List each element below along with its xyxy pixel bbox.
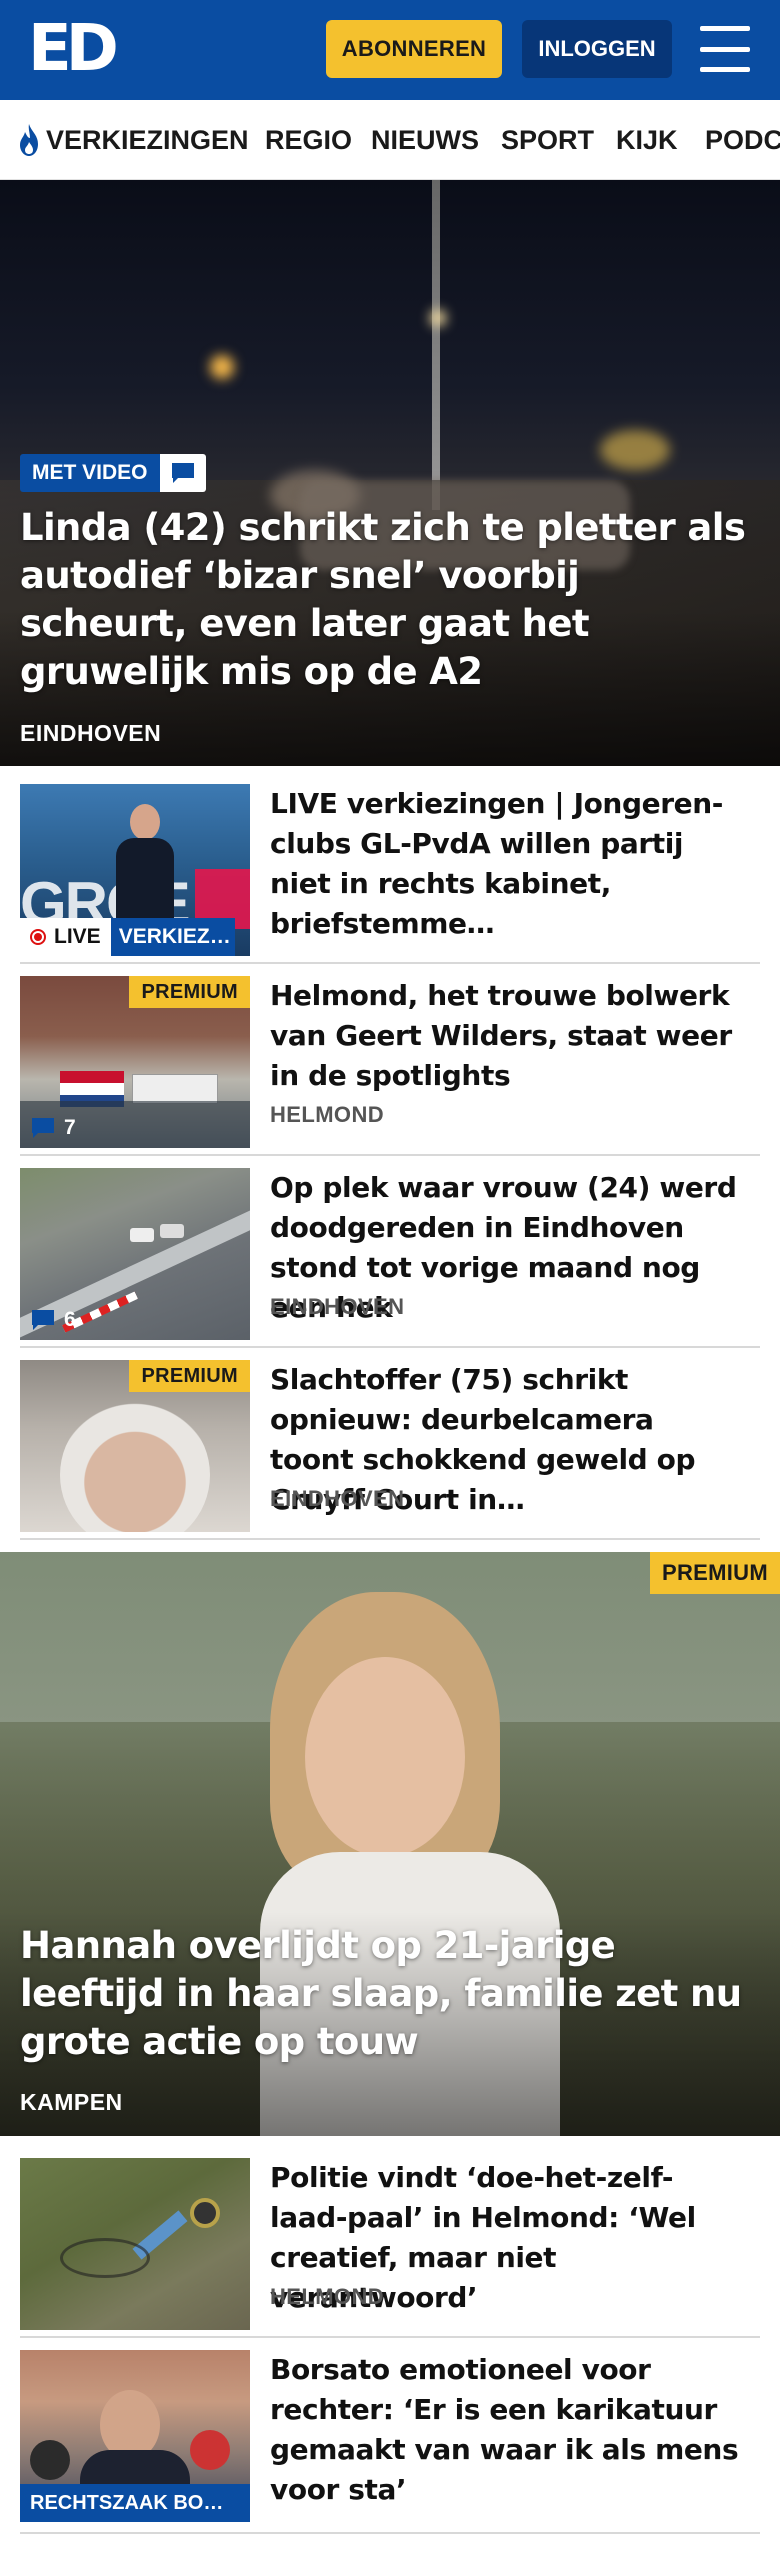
video-badge: MET VIDEO <box>20 454 160 492</box>
article-title[interactable]: LIVE verkiezingen | Jongeren-clubs GL-Pv… <box>270 784 740 944</box>
nav-label: VERKIEZINGEN <box>46 124 249 155</box>
nav-label: PODC <box>705 124 780 155</box>
comment-count: 6 <box>30 1308 76 1332</box>
category-tag: VERKIEZ… <box>110 918 235 956</box>
live-strip: LIVE VERKIEZ… <box>20 918 235 956</box>
article-location: HELMOND <box>270 2284 385 2309</box>
site-logo[interactable]: ED <box>28 17 119 81</box>
nav-item-sport[interactable]: SPORT <box>501 100 595 179</box>
premium-badge: PREMIUM <box>129 976 250 1008</box>
nav-item-podcast[interactable]: PODC <box>705 100 780 179</box>
nav-label: SPORT <box>501 124 595 155</box>
article-thumbnail: GROE LIVE VERKIEZ… <box>20 784 250 956</box>
hamburger-menu-icon[interactable] <box>700 26 750 72</box>
hero-article-1[interactable]: MET VIDEO Linda (42) schrikt zich te ple… <box>0 180 780 766</box>
hero-location: KAMPEN <box>20 2089 123 2115</box>
article-location: EINDHOVEN <box>270 1294 405 1319</box>
comment-count-value: 6 <box>64 1308 76 1331</box>
live-label: LIVE <box>54 925 101 948</box>
article-item[interactable]: PREMIUM Slachtoffer (75) schrikt opnieuw… <box>20 1348 760 1540</box>
section-nav: VERKIEZINGEN REGIO NIEUWS SPORT KIJK POD… <box>0 100 780 180</box>
nav-label: REGIO <box>265 124 353 155</box>
premium-badge: PREMIUM <box>129 1360 250 1392</box>
nav-label: KIJK <box>616 124 678 155</box>
hero-location: EINDHOVEN <box>20 720 162 746</box>
article-location: EINDHOVEN <box>270 1486 405 1511</box>
article-item[interactable]: PREMIUM 7 Helmond, het trouwe bolwerk va… <box>20 964 760 1156</box>
comment-icon <box>32 1118 54 1138</box>
article-thumbnail: RECHTSZAAK BO… <box>20 2350 250 2522</box>
article-title[interactable]: Borsato emotioneel voor rechter: ‘Er is … <box>270 2350 740 2510</box>
comment-count: 7 <box>30 1116 76 1140</box>
hero-title[interactable]: Linda (42) schrikt zich te pletter als a… <box>20 504 756 696</box>
article-item[interactable]: Politie vindt ‘doe-het-zelf-laad-paal’ i… <box>20 2146 760 2338</box>
nav-item-regio[interactable]: REGIO <box>265 100 353 179</box>
article-item[interactable]: GROE LIVE VERKIEZ… LIVE verkiezingen | J… <box>20 772 760 964</box>
comment-icon <box>32 1310 54 1330</box>
article-item[interactable]: 6 Op plek waar vrouw (24) werd doodgered… <box>20 1156 760 1348</box>
comment-icon <box>160 454 206 492</box>
site-header: ED ABONNEREN INLOGGEN <box>0 0 780 100</box>
login-button[interactable]: INLOGGEN <box>522 20 672 78</box>
article-item[interactable]: RECHTSZAAK BO… Borsato emotioneel voor r… <box>20 2338 760 2534</box>
article-thumbnail: PREMIUM 7 <box>20 976 250 1148</box>
hero-article-2[interactable]: PREMIUM Hannah overlijdt op 21-jarige le… <box>0 1552 780 2136</box>
premium-badge: PREMIUM <box>650 1552 780 1594</box>
nav-item-kijk[interactable]: KIJK <box>616 100 678 179</box>
nav-label: NIEUWS <box>371 124 479 155</box>
flame-icon <box>20 124 38 156</box>
article-thumbnail <box>20 2158 250 2330</box>
category-tag: RECHTSZAAK BO… <box>20 2484 250 2522</box>
article-title[interactable]: Helmond, het trouwe bolwerk van Geert Wi… <box>270 976 740 1096</box>
article-location: HELMOND <box>270 1102 385 1127</box>
comment-count-value: 7 <box>64 1116 76 1139</box>
nav-item-verkiezingen[interactable]: VERKIEZINGEN <box>16 100 249 179</box>
live-badge: LIVE <box>20 918 111 956</box>
nav-item-nieuws[interactable]: NIEUWS <box>371 100 479 179</box>
live-dot-icon <box>30 929 46 945</box>
hero-title[interactable]: Hannah overlijdt op 21-jarige leeftijd i… <box>20 1922 756 2066</box>
article-thumbnail: PREMIUM <box>20 1360 250 1532</box>
article-thumbnail: 6 <box>20 1168 250 1340</box>
subscribe-button[interactable]: ABONNEREN <box>326 20 502 78</box>
